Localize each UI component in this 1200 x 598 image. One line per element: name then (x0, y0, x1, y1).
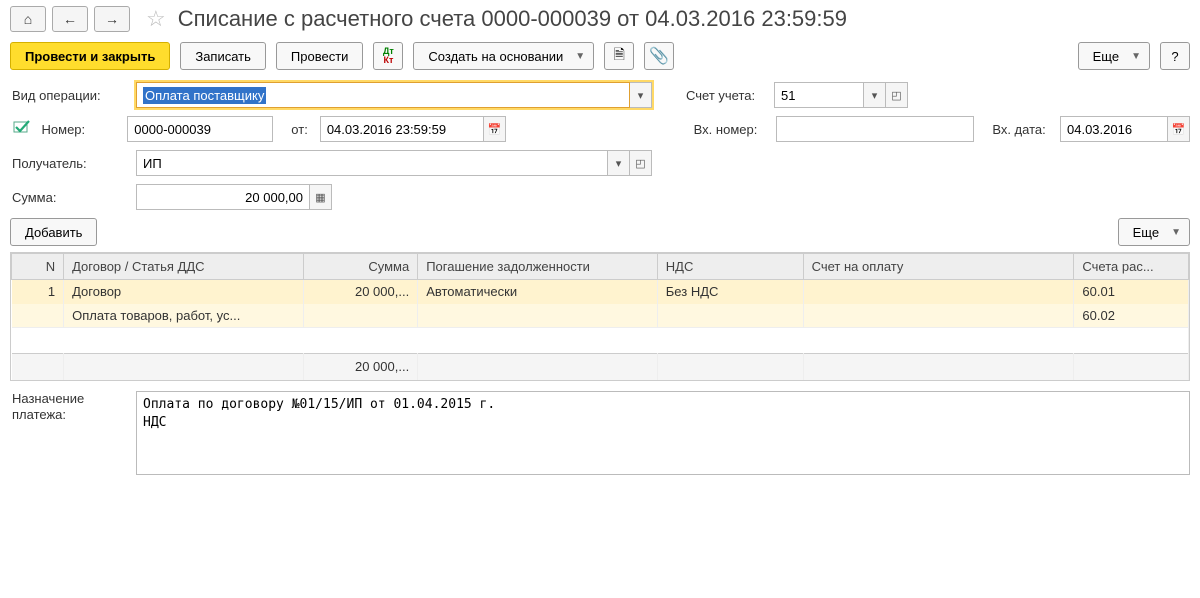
cell-n[interactable]: 1 (12, 280, 64, 304)
details-table: N Договор / Статья ДДС Сумма Погашение з… (10, 252, 1190, 381)
more-label: Еще (1133, 225, 1159, 240)
recipient-label: Получатель: (10, 156, 128, 171)
cell-acc2[interactable]: 60.02 (1074, 304, 1189, 328)
table-footer: 20 000,... (12, 354, 1189, 380)
dtkt-icon: ДтКт (383, 47, 394, 65)
col-invoice[interactable]: Счет на оплату (803, 254, 1074, 280)
titlebar: ⌂ ← → ☆ Списание с расчетного счета 0000… (10, 6, 1190, 32)
op-type-field[interactable]: Оплата поставщику ▾ (136, 82, 652, 108)
chevron-down-icon: ▼ (575, 51, 585, 62)
toolbar: Провести и закрыть Записать Провести ДтК… (10, 42, 1190, 70)
recipient-input[interactable] (136, 150, 608, 176)
calendar-button[interactable]: 📅 (1168, 116, 1190, 142)
in-date-field[interactable]: 📅 (1060, 116, 1190, 142)
table-row[interactable]: 1 Договор 20 000,... Автоматически Без Н… (12, 280, 1189, 304)
col-pog[interactable]: Погашение задолженности (418, 254, 658, 280)
account-field[interactable]: ▾ ◰ (774, 82, 908, 108)
cell-acc[interactable]: 60.01 (1074, 280, 1189, 304)
cell-invoice[interactable] (803, 280, 1074, 304)
favorite-icon[interactable]: ☆ (146, 6, 166, 32)
date-label: от: (291, 122, 308, 137)
date-field[interactable]: 📅 (320, 116, 506, 142)
op-type-label: Вид операции: (10, 88, 128, 103)
chevron-down-icon: ▼ (1131, 51, 1141, 62)
dropdown-button[interactable]: ▾ (630, 82, 652, 108)
account-label: Счет учета: (686, 88, 766, 103)
home-button[interactable]: ⌂ (10, 6, 46, 32)
account-input[interactable] (774, 82, 864, 108)
cell-contract[interactable]: Договор (64, 280, 304, 304)
open-button[interactable]: ◰ (630, 150, 652, 176)
back-button[interactable]: ← (52, 6, 88, 32)
page-title: Списание с расчетного счета 0000-000039 … (178, 6, 847, 32)
table-header-row: N Договор / Статья ДДС Сумма Погашение з… (12, 254, 1189, 280)
post-and-close-button[interactable]: Провести и закрыть (10, 42, 170, 70)
report-button[interactable]: 🗎 (604, 42, 634, 70)
purpose-textarea[interactable] (136, 391, 1190, 475)
add-row-button[interactable]: Добавить (10, 218, 97, 246)
table-more-button[interactable]: Еще ▼ (1118, 218, 1190, 246)
calendar-button[interactable]: 📅 (484, 116, 506, 142)
more-label: Еще (1093, 49, 1119, 64)
dropdown-button[interactable]: ▾ (864, 82, 886, 108)
col-n[interactable]: N (12, 254, 64, 280)
in-number-input[interactable] (776, 116, 975, 142)
more-button[interactable]: Еще ▼ (1078, 42, 1150, 70)
in-date-input[interactable] (1060, 116, 1168, 142)
op-type-value: Оплата поставщику (143, 87, 266, 104)
open-button[interactable]: ◰ (886, 82, 908, 108)
col-sum[interactable]: Сумма (303, 254, 418, 280)
cell-contract2[interactable]: Оплата товаров, работ, ус... (64, 304, 304, 328)
dropdown-button[interactable]: ▾ (608, 150, 630, 176)
sum-label: Сумма: (10, 190, 128, 205)
in-number-label: Вх. номер: (694, 122, 768, 137)
col-contract[interactable]: Договор / Статья ДДС (64, 254, 304, 280)
forward-button[interactable]: → (94, 6, 130, 32)
table-row[interactable]: Оплата товаров, работ, ус... 60.02 (12, 304, 1189, 328)
attach-button[interactable]: 📎 (644, 42, 674, 70)
number-input[interactable] (127, 116, 273, 142)
save-button[interactable]: Записать (180, 42, 266, 70)
recipient-field[interactable]: ▾ ◰ (136, 150, 652, 176)
sum-input[interactable] (136, 184, 310, 210)
sum-field[interactable]: ▦ (136, 184, 332, 210)
date-input[interactable] (320, 116, 484, 142)
footer-sum: 20 000,... (303, 354, 418, 380)
dtkt-button[interactable]: ДтКт (373, 42, 403, 70)
cell-pog[interactable]: Автоматически (418, 280, 658, 304)
cell-nds[interactable]: Без НДС (657, 280, 803, 304)
number-label: Номер: (42, 122, 120, 137)
post-button[interactable]: Провести (276, 42, 364, 70)
cell-sum[interactable]: 20 000,... (303, 280, 418, 304)
create-based-button[interactable]: Создать на основании ▼ (413, 42, 594, 70)
chevron-down-icon: ▼ (1171, 227, 1181, 238)
empty-row (12, 328, 1189, 354)
status-icon (10, 119, 34, 140)
col-nds[interactable]: НДС (657, 254, 803, 280)
create-based-label: Создать на основании (428, 49, 563, 64)
col-acc[interactable]: Счета рас... (1074, 254, 1189, 280)
paperclip-icon: 📎 (649, 46, 669, 66)
calculator-button[interactable]: ▦ (310, 184, 332, 210)
purpose-label: Назначение платежа: (10, 391, 128, 425)
in-date-label: Вх. дата: (992, 122, 1052, 137)
document-icon: 🗎 (614, 44, 625, 68)
help-button[interactable]: ? (1160, 42, 1190, 70)
